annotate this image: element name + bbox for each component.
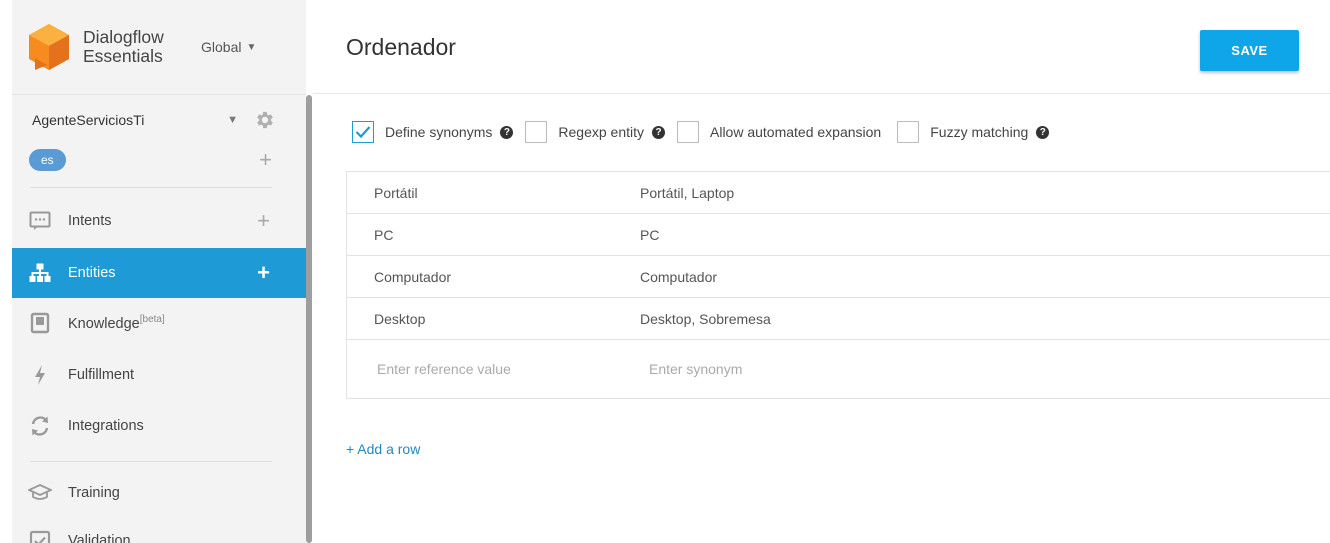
synonym-input[interactable] [640,361,1040,377]
automated-expansion-option[interactable]: Allow automated expansion [677,121,881,143]
fuzzy-matching-checkbox[interactable] [897,121,920,143]
define-synonyms-checkbox[interactable] [352,121,374,143]
sidebar-item-entities[interactable]: Entities + [12,248,306,298]
entity-entries-table: Portátil Portátil, Laptop PC PC Computad… [346,171,1330,399]
new-entry-row [347,340,1330,399]
define-synonyms-label: Define synonyms [385,124,493,140]
language-row: es + [29,148,276,172]
reference-value[interactable]: PC [347,227,640,243]
reference-value[interactable]: Desktop [347,311,640,327]
sidebar-item-label: Intents [68,213,112,229]
product-name-line1: Dialogflow [83,27,164,47]
divider [30,187,272,188]
region-label: Global [201,39,242,55]
sync-icon [28,414,52,438]
brand-header: Dialogflow Essentials Global ▼ [12,0,306,95]
help-icon[interactable]: ? [1036,125,1050,139]
add-entity-plus-icon[interactable]: + [257,262,270,284]
reference-value-input[interactable] [374,361,614,377]
sidebar-scrollbar-thumb[interactable] [306,95,312,543]
reference-value[interactable]: Computador [347,269,640,285]
checkmark-icon [355,126,371,139]
sidebar-item-label: Training [68,485,120,501]
table-row[interactable]: Portátil Portátil, Laptop [347,172,1330,214]
table-row[interactable]: PC PC [347,214,1330,256]
gear-icon[interactable] [254,109,276,131]
sidebar-item-label: Entities [68,265,116,281]
synonyms-value[interactable]: PC [640,227,1330,243]
sidebar-item-label: Fulfillment [68,367,135,383]
product-name-line2: Essentials [83,46,163,66]
fuzzy-matching-label: Fuzzy matching [930,124,1029,140]
add-language-plus-icon[interactable]: + [259,149,272,171]
sidebar-item-training[interactable]: Training [12,468,306,518]
synonyms-value[interactable]: Portátil, Laptop [640,185,1330,201]
product-name: Dialogflow Essentials [83,28,187,66]
entity-title[interactable]: Ordenador [346,34,456,61]
chat-icon [28,209,52,233]
sidebar: Dialogflow Essentials Global ▼ AgenteSer… [12,0,306,543]
add-intent-plus-icon[interactable]: + [257,210,270,232]
sidebar-item-knowledge[interactable]: Knowledge[beta] [12,298,306,348]
sidebar-item-validation[interactable]: Validation [12,516,306,543]
synonyms-value[interactable]: Desktop, Sobremesa [640,311,1330,327]
caret-down-icon[interactable]: ▼ [227,114,238,126]
define-synonyms-option[interactable]: Define synonyms ? [352,121,514,143]
knowledge-label: Knowledge [68,315,140,332]
reference-cell [347,361,640,377]
table-row[interactable]: Computador Computador [347,256,1330,298]
sidebar-item-label: Integrations [68,418,144,434]
sitemap-icon [28,261,52,285]
reference-value[interactable]: Portátil [347,185,640,201]
automated-expansion-checkbox[interactable] [677,121,699,143]
synonym-cell [640,361,1330,377]
region-selector[interactable]: Global ▼ [201,39,256,55]
agent-name[interactable]: AgenteServiciosTi [32,112,227,128]
help-icon[interactable]: ? [500,125,514,139]
book-icon [28,311,52,335]
save-button[interactable]: SAVE [1200,30,1299,71]
dialogflow-logo-icon [29,24,69,70]
regexp-entity-option[interactable]: Regexp entity ? [525,121,665,143]
sidebar-item-label: Knowledge[beta] [68,314,306,332]
help-icon[interactable]: ? [652,125,665,139]
divider [30,461,272,462]
automated-expansion-label: Allow automated expansion [710,124,882,140]
sidebar-item-integrations[interactable]: Integrations [12,401,306,451]
regexp-entity-label: Regexp entity [558,124,644,140]
sidebar-item-intents[interactable]: Intents + [12,196,306,246]
language-badge[interactable]: es [29,149,66,171]
entity-options: Define synonyms ? Regexp entity ? Allow … [352,119,1061,145]
check-square-icon [28,529,52,543]
beta-badge: [beta] [139,314,165,326]
agent-selector: AgenteServiciosTi ▼ [32,108,276,132]
entity-header: Ordenador SAVE [313,0,1330,94]
sidebar-item-label: Validation [68,533,131,543]
fuzzy-matching-option[interactable]: Fuzzy matching ? [897,121,1050,143]
regexp-entity-checkbox[interactable] [525,121,548,143]
table-row[interactable]: Desktop Desktop, Sobremesa [347,298,1330,340]
bolt-icon [28,363,52,387]
add-row-link[interactable]: + Add a row [346,441,420,457]
graduation-cap-icon [28,481,52,505]
caret-down-icon: ▼ [246,41,257,53]
sidebar-item-fulfillment[interactable]: Fulfillment [12,350,306,400]
synonyms-value[interactable]: Computador [640,269,1330,285]
